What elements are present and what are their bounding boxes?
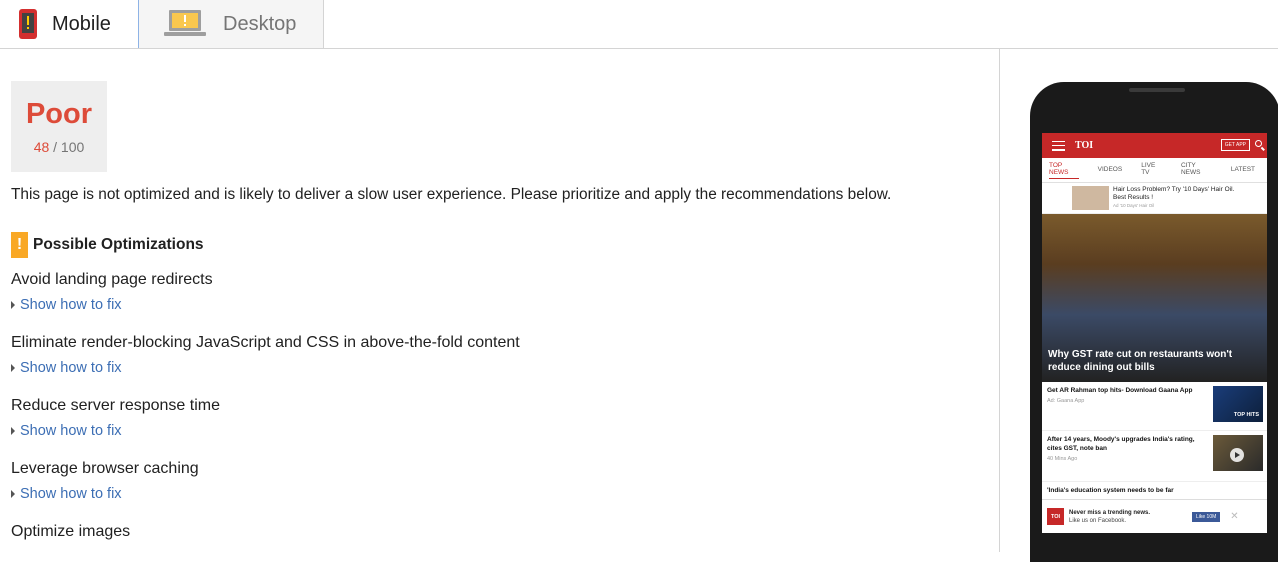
app-nav-item: CITY NEWS <box>1180 162 1201 176</box>
tab-mobile-label: Mobile <box>52 12 111 35</box>
rule-item: Optimize images <box>11 523 130 541</box>
score-card: Poor 48 / 100 <box>11 81 107 172</box>
caret-right-icon <box>11 490 15 498</box>
facebook-promo-bar: TOI Never miss a trending news. Like us … <box>1042 499 1267 533</box>
story-text: After 14 years, Moody's upgrades India's… <box>1047 435 1207 477</box>
show-how-to-fix-label: Show how to fix <box>20 360 122 376</box>
page-summary: This page is not optimized and is likely… <box>11 186 892 203</box>
ad-title: Hair Loss Problem? Try '10 Days' Hair Oi… <box>1113 186 1235 201</box>
device-tabs: Mobile Desktop <box>0 0 1278 49</box>
app-bar: TOI GET APP <box>1042 133 1267 158</box>
caret-right-icon <box>11 427 15 435</box>
fb-promo-text: Never miss a trending news. Like us on F… <box>1069 509 1184 525</box>
score-value: 48 <box>33 139 50 155</box>
score-label: Poor <box>25 98 93 130</box>
fb-promo-subtitle: Like us on Facebook. <box>1069 517 1127 524</box>
rule-title: Eliminate render-blocking JavaScript and… <box>11 334 520 351</box>
hamburger-menu-icon <box>1052 140 1065 151</box>
panel-divider <box>999 49 1000 552</box>
rule-item: Avoid landing page redirects Show how to… <box>11 271 213 313</box>
app-nav-item: LATEST <box>1230 165 1256 173</box>
optimizations-header: ! Possible Optimizations <box>11 232 204 258</box>
app-brand: TOI <box>1075 140 1094 151</box>
facebook-like-button: Like 10M <box>1192 511 1221 522</box>
app-nav-item: LIVE TV <box>1141 162 1156 176</box>
thumbnail-label: TOP HITS <box>1233 412 1259 418</box>
get-app-button: GET APP <box>1220 139 1250 151</box>
search-icon <box>1255 140 1262 147</box>
rule-title: Optimize images <box>11 523 131 540</box>
story-meta: Ad: Gaana App <box>1047 398 1085 404</box>
show-how-to-fix-label: Show how to fix <box>20 423 122 439</box>
laptop-icon <box>164 10 206 36</box>
story-title: 'India's education system needs to be fa… <box>1047 487 1174 494</box>
show-how-to-fix-link[interactable]: Show how to fix <box>11 486 199 502</box>
story-meta: 40 Mins Ago <box>1047 456 1078 462</box>
story-item: After 14 years, Moody's upgrades India's… <box>1042 431 1267 482</box>
caret-right-icon <box>11 364 15 372</box>
phone-speaker <box>1129 88 1185 92</box>
app-nav-item: TOP NEWS <box>1049 162 1079 179</box>
ad-thumbnail <box>1072 186 1109 210</box>
close-icon: ✕ <box>1230 511 1239 522</box>
warning-icon: ! <box>11 232 28 258</box>
rule-item: Eliminate render-blocking JavaScript and… <box>11 334 520 376</box>
rule-title: Avoid landing page redirects <box>11 271 213 288</box>
tab-desktop[interactable]: Desktop <box>139 0 324 48</box>
rule-item: Reduce server response time Show how to … <box>11 397 220 439</box>
story-text: Get AR Rahman top hits- Download Gaana A… <box>1047 386 1207 426</box>
story-title: Get AR Rahman top hits- Download Gaana A… <box>1047 387 1193 394</box>
ad-banner: Hair Loss Problem? Try '10 Days' Hair Oi… <box>1042 183 1267 214</box>
show-how-to-fix-link[interactable]: Show how to fix <box>11 360 520 376</box>
rule-title: Reduce server response time <box>11 397 220 414</box>
hero-story: Why GST rate cut on restaurants won't re… <box>1042 214 1267 382</box>
show-how-to-fix-label: Show how to fix <box>20 297 122 313</box>
score-line: 48 / 100 <box>11 139 107 155</box>
hero-caption: Why GST rate cut on restaurants won't re… <box>1048 349 1233 373</box>
rule-title: Leverage browser caching <box>11 460 199 477</box>
tab-desktop-label: Desktop <box>223 12 297 35</box>
story-item: Get AR Rahman top hits- Download Gaana A… <box>1042 382 1267 431</box>
show-how-to-fix-link[interactable]: Show how to fix <box>11 423 220 439</box>
caret-right-icon <box>11 301 15 309</box>
optimizations-title: Possible Optimizations <box>33 236 204 253</box>
app-nav-item: VIDEOS <box>1097 165 1123 173</box>
tab-mobile[interactable]: Mobile <box>0 0 139 48</box>
score-max: / 100 <box>53 139 85 155</box>
ad-source: Ad '10 Days' Hair Oil <box>1113 203 1155 208</box>
fb-promo-title: Never miss a trending news. <box>1069 509 1151 516</box>
toi-logo: TOI <box>1047 508 1064 525</box>
play-icon <box>1230 448 1244 462</box>
mobile-phone-icon <box>19 9 37 39</box>
phone-screenshot: TOI GET APP TOP NEWS VIDEOS LIVE TV CITY… <box>1042 133 1267 533</box>
app-nav: TOP NEWS VIDEOS LIVE TV CITY NEWS LATEST <box>1042 158 1267 183</box>
ad-text: Hair Loss Problem? Try '10 Days' Hair Oi… <box>1113 186 1238 213</box>
show-how-to-fix-link[interactable]: Show how to fix <box>11 297 213 313</box>
story-title: After 14 years, Moody's upgrades India's… <box>1047 436 1195 452</box>
rule-item: Leverage browser caching Show how to fix <box>11 460 199 502</box>
show-how-to-fix-label: Show how to fix <box>20 486 122 502</box>
